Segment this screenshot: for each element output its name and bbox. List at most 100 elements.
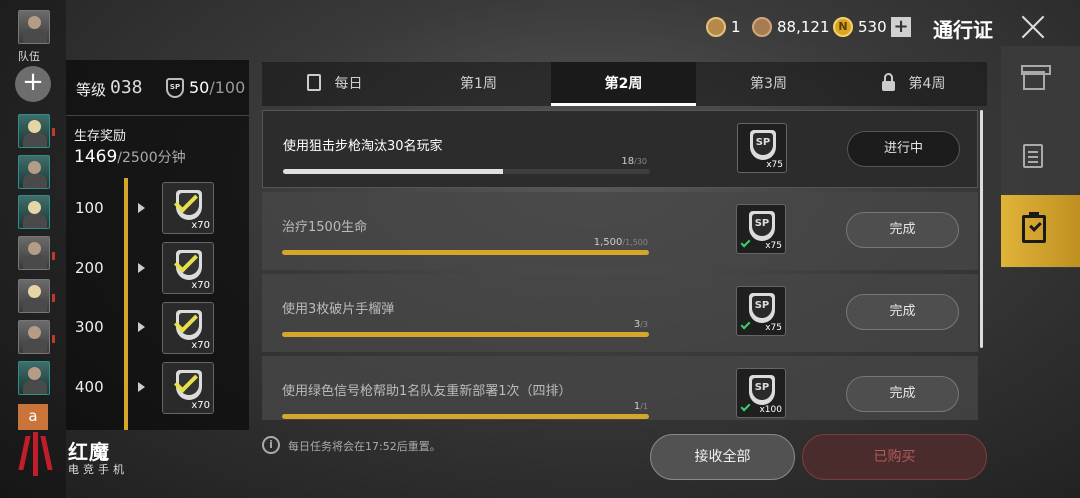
tier-reward[interactable]: x70 <box>162 302 214 354</box>
tab-label: 第3周 <box>750 76 787 92</box>
mission-progress: 1,500/1,500 <box>594 237 648 248</box>
mission-progress: 3/3 <box>634 319 648 330</box>
side-nav-missions[interactable] <box>1001 195 1080 267</box>
mission-title: 使用狙击步枪淘汰30名玩家 <box>283 139 443 154</box>
squad-member-avatar[interactable] <box>18 320 50 354</box>
tier-progress-line <box>124 178 128 430</box>
survival-rewards-title: 生存奖励 <box>74 129 127 144</box>
sp-max: /100 <box>209 78 246 97</box>
sp-progress: 50/100 <box>189 78 245 97</box>
progress-goal: /1,500 <box>622 238 648 247</box>
progress-fill <box>282 414 649 419</box>
tab-label: 第1周 <box>460 76 497 92</box>
arrow-right-icon <box>138 203 145 213</box>
mission-title: 治疗1500生命 <box>282 220 368 235</box>
mission-row: 使用3枚破片手榴弹 3/3 SP x75 完成 <box>262 274 978 352</box>
mission-title: 使用3枚破片手榴弹 <box>282 302 395 317</box>
sp-current: 50 <box>189 78 210 97</box>
close-icon[interactable] <box>1020 14 1046 40</box>
mission-scrollbar[interactable] <box>980 110 983 348</box>
reward-qty: x70 <box>191 400 210 411</box>
squad-member-avatar[interactable] <box>18 361 50 395</box>
progress-goal: /3 <box>640 320 648 329</box>
brand-tagline: 电竞手机 <box>68 463 128 476</box>
tier-threshold: 400 <box>75 378 104 396</box>
top-up-button[interactable]: + <box>891 17 911 37</box>
in-progress-button[interactable]: 进行中 <box>847 131 960 167</box>
progress-bar <box>282 250 649 255</box>
progress-current: 1,500 <box>593 237 623 248</box>
brand-logo <box>18 432 54 476</box>
mission-reward[interactable]: SP x100 <box>736 368 786 418</box>
progress-bar <box>282 414 649 419</box>
coin-icon <box>752 17 772 37</box>
squad-member-avatar[interactable] <box>18 114 50 148</box>
complete-button[interactable]: 完成 <box>846 376 959 412</box>
reset-notice: 每日任务将会在17:52后重置。 <box>288 440 441 453</box>
check-icon <box>740 319 751 330</box>
squad-member-badge[interactable]: a <box>18 404 48 430</box>
progress-fill <box>282 332 649 337</box>
progress-bar <box>282 332 649 337</box>
side-nav-overview[interactable] <box>1001 120 1080 192</box>
squad-member-avatar[interactable] <box>18 195 50 229</box>
progress-fill <box>283 169 504 174</box>
page-title: 通行证 <box>933 18 993 42</box>
add-member-button[interactable]: + <box>15 66 51 102</box>
complete-button[interactable]: 完成 <box>846 212 959 248</box>
mission-row: 使用狙击步枪淘汰30名玩家 18/30 SP x75 进行中 <box>262 110 978 188</box>
tier-reward[interactable]: x70 <box>162 362 214 414</box>
reward-qty: x100 <box>759 405 782 415</box>
squad-member-avatar[interactable] <box>18 236 50 270</box>
coin-value: 88,121 <box>777 18 830 36</box>
tab-week-3[interactable]: 第3周 <box>696 62 841 106</box>
purchased-button: 已购买 <box>802 434 987 480</box>
mission-title: 使用绿色信号枪帮助1名队友重新部署1次（四排） <box>282 384 572 399</box>
arrow-right-icon <box>138 382 145 392</box>
gift-icon <box>1021 65 1051 90</box>
survival-minutes: 1469/2500分钟 <box>74 147 186 167</box>
tier-reward[interactable]: x70 <box>162 182 214 234</box>
player-avatar[interactable] <box>18 10 50 44</box>
mission-reward[interactable]: SP x75 <box>737 123 787 173</box>
survival-total: /2500分钟 <box>117 150 186 166</box>
survival-current: 1469 <box>74 147 118 167</box>
mission-reward[interactable]: SP x75 <box>736 286 786 336</box>
reward-qty: x70 <box>191 340 210 351</box>
status-dot <box>52 252 55 260</box>
mission-progress: 1/1 <box>634 401 648 412</box>
squad-label: 队伍 <box>18 50 40 63</box>
status-dot <box>52 128 55 136</box>
status-dot <box>52 335 55 343</box>
arrow-right-icon <box>138 322 145 332</box>
tier-threshold: 100 <box>75 199 104 217</box>
side-nav-rewards[interactable] <box>1001 46 1080 118</box>
status-dot <box>52 294 55 302</box>
n-coin-icon: N <box>833 17 853 37</box>
tab-daily[interactable]: 每日 <box>262 62 407 106</box>
tab-label: 第2周 <box>604 76 643 92</box>
tab-label: 第4周 <box>908 76 946 92</box>
mission-row: 治疗1500生命 1,500/1,500 SP x75 完成 <box>262 192 978 270</box>
tier-threshold: 200 <box>75 259 104 277</box>
tab-week-1[interactable]: 第1周 <box>406 62 551 106</box>
claim-all-button[interactable]: 接收全部 <box>650 434 795 480</box>
document-icon <box>1023 144 1043 168</box>
tier-threshold: 300 <box>75 318 104 336</box>
tab-week-2[interactable]: 第2周 <box>551 62 696 106</box>
progress-current: 18 <box>621 156 635 167</box>
progress-goal: /1 <box>640 402 648 411</box>
squad-member-avatar[interactable] <box>18 155 50 189</box>
clipboard-icon <box>306 73 321 91</box>
tier-reward[interactable]: x70 <box>162 242 214 294</box>
progress-bar <box>283 169 650 174</box>
tab-week-4[interactable]: 第4周 <box>841 62 986 106</box>
reward-qty: x70 <box>191 280 210 291</box>
clipboard-check-icon <box>1022 212 1046 243</box>
reward-qty: x75 <box>765 323 782 333</box>
complete-button[interactable]: 完成 <box>846 294 959 330</box>
progress-fill <box>282 250 649 255</box>
mission-reward[interactable]: SP x75 <box>736 204 786 254</box>
squad-member-avatar[interactable] <box>18 279 50 313</box>
sp-icon: SP <box>750 130 776 160</box>
